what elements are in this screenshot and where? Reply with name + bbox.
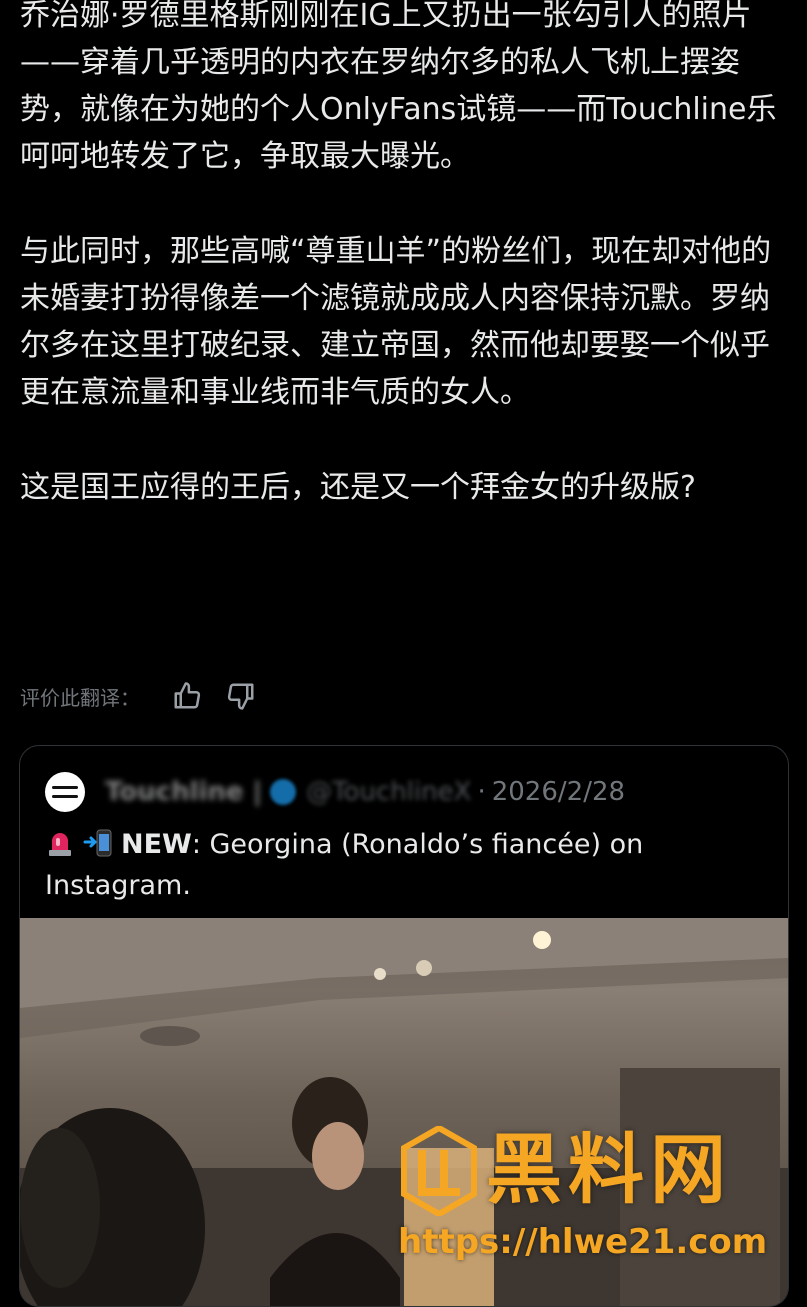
quoted-post-date[interactable]: 2026/2/28 — [492, 777, 625, 807]
post-paragraph-3: 这是国王应得的王后，还是又一个拜金女的升级版? — [20, 470, 696, 505]
quoted-author-handle[interactable]: @TouchlineX — [306, 777, 471, 807]
rate-translation-row: 评价此翻译： — [20, 674, 258, 718]
watermark: 黑料网 https://hlwe21.com — [398, 1120, 798, 1280]
separator-dot: · — [477, 777, 486, 807]
post-paragraph-2: 与此同时，那些高喊“尊重山羊”的粉丝们，现在却对他的未婚妻打扮得像差一个滤镜就成… — [20, 234, 772, 410]
rotating-light-icon — [49, 833, 71, 856]
avatar[interactable] — [45, 772, 85, 812]
new-label: NEW — [121, 829, 192, 860]
quoted-post-header: Touchline | @TouchlineX · 2026/2/28 — [45, 772, 625, 812]
thumbs-down-icon[interactable] — [224, 679, 258, 713]
phone-arrow-icon — [83, 829, 112, 857]
quoted-post-text: NEW: Georgina (Ronaldo’s fiancée) on Ins… — [45, 824, 765, 906]
rate-translation-label: 评价此翻译： — [20, 685, 140, 710]
watermark-text: 黑料网 — [486, 1125, 732, 1214]
thumbs-up-icon[interactable] — [170, 679, 204, 713]
verified-badge-icon — [270, 779, 297, 805]
post-text: 乔治娜·罗德里格斯刚刚在IG上又扔出一张勾引人的照片——穿着几乎透明的内衣在罗纳… — [20, 0, 795, 511]
watermark-logo-icon — [401, 1126, 477, 1216]
watermark-url: https://hlwe21.com — [398, 1222, 768, 1262]
quoted-author-name[interactable]: Touchline | — [105, 777, 262, 807]
post-paragraph-1: 乔治娜·罗德里格斯刚刚在IG上又扔出一张勾引人的照片——穿着几乎透明的内衣在罗纳… — [20, 0, 777, 174]
